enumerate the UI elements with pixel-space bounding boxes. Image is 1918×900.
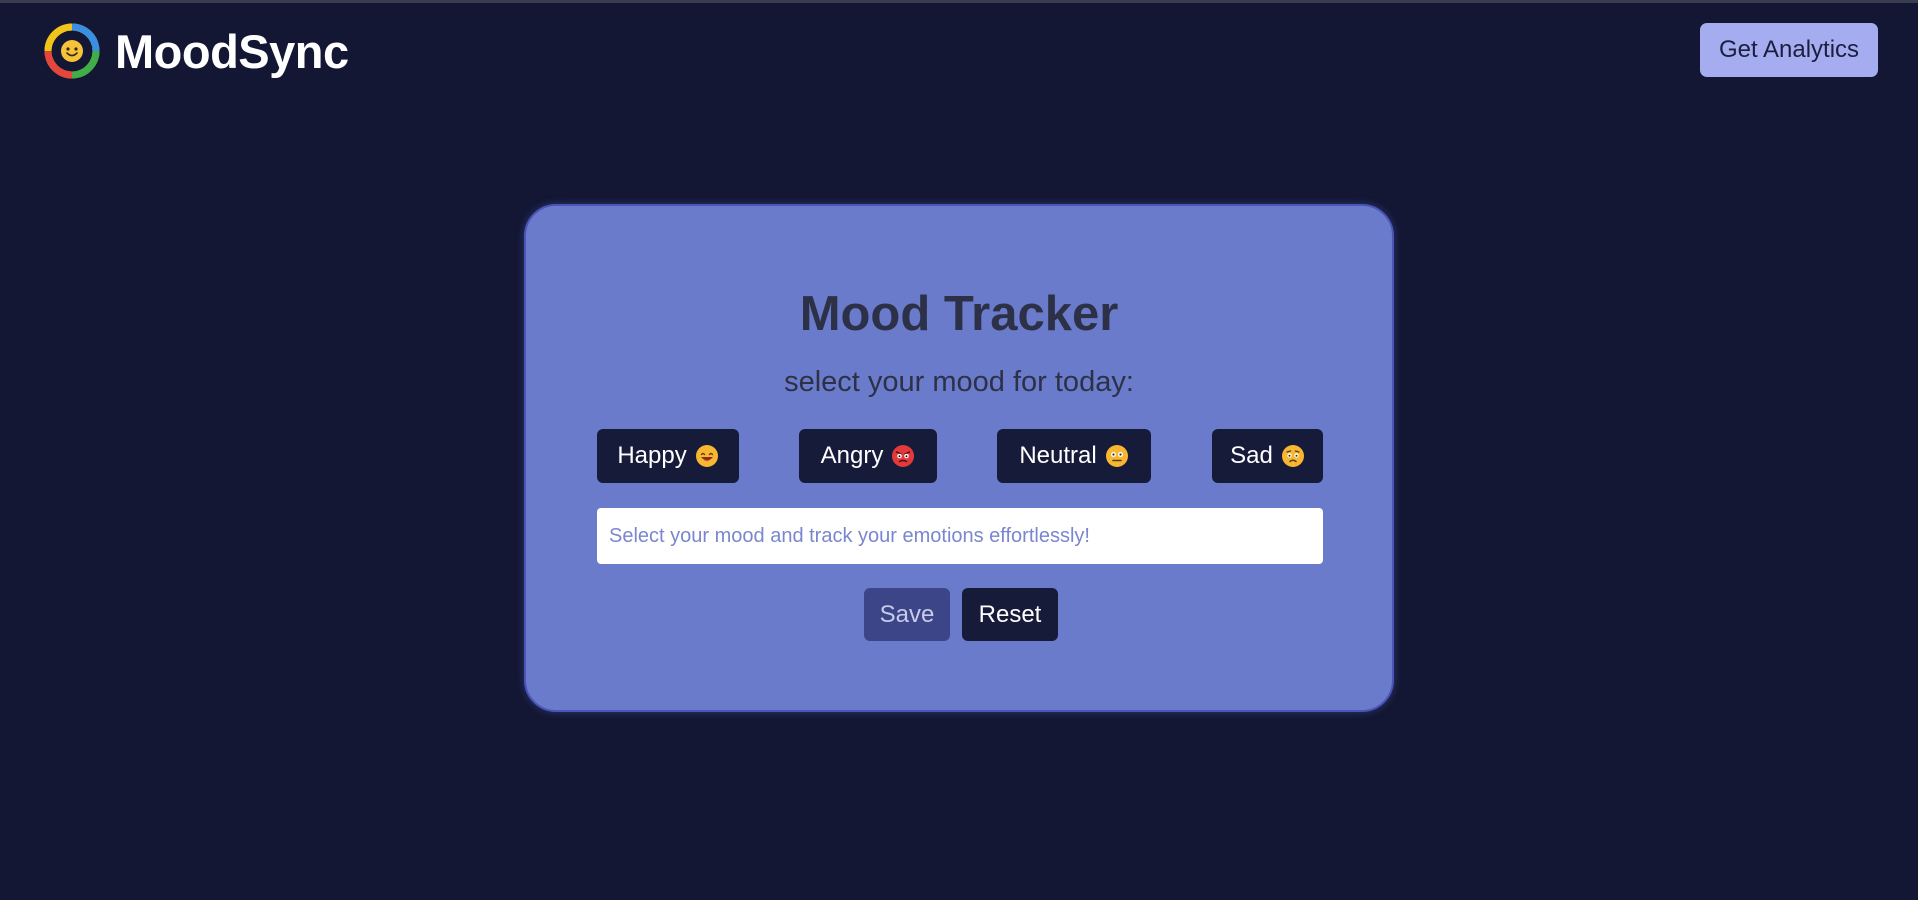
app-header: MoodSync Get Analytics bbox=[0, 0, 1918, 100]
get-analytics-button[interactable]: Get Analytics bbox=[1700, 23, 1878, 77]
mood-button-label: Happy bbox=[617, 442, 687, 469]
sad-face-icon bbox=[1281, 444, 1305, 468]
mood-button-neutral[interactable]: Neutral bbox=[997, 429, 1151, 483]
brand[interactable]: MoodSync bbox=[41, 20, 349, 82]
card-title: Mood Tracker bbox=[799, 287, 1119, 341]
mood-button-happy[interactable]: Happy bbox=[597, 429, 739, 483]
card-subtitle: select your mood for today: bbox=[784, 366, 1134, 398]
mood-button-sad[interactable]: Sad bbox=[1212, 429, 1323, 483]
reset-button[interactable]: Reset bbox=[962, 588, 1058, 641]
neutral-face-icon bbox=[1105, 444, 1129, 468]
mood-ring-logo-icon bbox=[44, 23, 100, 79]
mood-tracker-card: Mood Tracker select your mood for today:… bbox=[524, 204, 1394, 712]
brand-name: MoodSync bbox=[115, 24, 349, 78]
mood-button-label: Angry bbox=[820, 442, 884, 469]
mood-button-label: Sad bbox=[1230, 442, 1273, 469]
mood-button-label: Neutral bbox=[1019, 442, 1097, 469]
grinning-face-icon bbox=[695, 444, 719, 468]
angry-face-icon bbox=[891, 444, 915, 468]
save-button[interactable]: Save bbox=[864, 588, 950, 641]
mood-button-angry[interactable]: Angry bbox=[799, 429, 937, 483]
mood-note-input[interactable] bbox=[597, 508, 1323, 564]
